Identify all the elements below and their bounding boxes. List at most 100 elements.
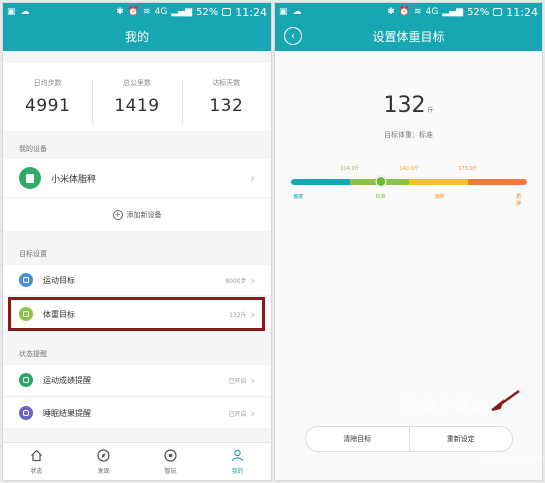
stat-total-km: 总公里数 1419 [92,78,181,126]
watermark: 沃德下载站 [404,397,490,415]
goal-row-weight[interactable]: 体重目标 132斤 › [3,299,271,329]
scale-zone-label: 肥胖 [516,194,522,207]
plus-icon: + [112,209,123,220]
scale-zone-label: 偏胖 [434,194,445,200]
stat-label: 日均步数 [33,79,62,87]
goal-value: 8000步 [225,277,247,285]
weight-scale-slider[interactable]: 114.0斤 140.0斤 173.0斤 偏瘦 标准 偏胖 肥胖 [291,165,527,207]
device-name: 小米体脂秤 [51,174,97,185]
alarm-icon: ⏰ [398,7,411,17]
tab-label: 智玩 [164,467,177,475]
stat-goal-days: 达标天数 132 [181,78,271,126]
moon-icon [19,406,33,420]
cloud-icon: ☁ [20,7,30,17]
header-title: 设置体重目标 [372,29,445,44]
signal-icon: ▂▄▆ [442,7,464,17]
stat-label: 总公里数 [122,79,151,87]
stat-value: 4991 [25,96,71,116]
goal-label: 体重目标 [43,309,75,319]
status-bar: ▣ ☁ ✱ ⏰ ≋ 4G ▂▄▆ 52% 11:24 [275,3,542,21]
bluetooth-icon: ✱ [387,7,395,17]
slider-knob[interactable] [375,176,387,187]
chevron-right-icon: › [250,273,255,287]
tab-mine[interactable]: 我的 [204,443,271,480]
action-buttons: 清除目标 重新设定 [305,426,513,452]
run-target-icon [19,273,33,287]
weight-value: 132 [383,93,426,118]
battery-icon [493,8,503,16]
scale-segment [409,179,468,185]
stats-card: 日均步数 4991 总公里数 1419 达标天数 132 [3,63,271,131]
wifi-icon: ≋ [143,7,151,17]
goal-label: 运动目标 [43,275,75,285]
reset-goal-button[interactable]: 重新设定 [408,427,513,451]
reminder-row-activity[interactable]: 运动成绩提醒 已开启 › [3,365,271,395]
reminder-label: 运动成绩提醒 [43,375,91,385]
battery-percent: 52% [196,6,219,18]
footprints-icon [19,373,33,387]
scale-zone-label: 偏瘦 [293,194,304,200]
cloud-icon: ☁ [292,7,302,17]
scale-mark: 140.0斤 [399,166,419,172]
tab-status[interactable]: 状态 [3,443,70,480]
network-label: 4G [154,7,168,17]
scale-segment [291,179,350,185]
section-title-reminders: 状态提醒 [19,350,47,358]
signal-icon: ▂▄▆ [171,7,193,17]
weight-display: 132 斤 [275,93,542,118]
back-button[interactable]: ‹ [284,27,302,45]
scale-segment [468,179,527,185]
home-icon [30,449,44,463]
screenshot-icon: ▣ [279,7,288,17]
clock: 11:24 [235,5,267,19]
battery-icon [222,8,232,16]
chevron-right-icon: › [250,373,255,387]
section-title-devices: 我的设备 [19,145,47,153]
section-title-goals: 目标设置 [19,250,47,258]
scale-zone-label: 标准 [375,194,386,200]
stat-value: 132 [209,96,244,116]
goal-row-steps[interactable]: 运动目标 8000步 › [3,265,271,295]
watermark-url: www.wo386.com [485,455,545,463]
weight-unit: 斤 [427,107,434,114]
stat-value: 1419 [114,96,160,116]
target-icon [164,449,178,463]
tab-label: 我的 [231,467,244,475]
tab-smart[interactable]: 智玩 [137,443,204,480]
bottom-tab-bar: 状态 发现 智玩 我的 [3,442,271,480]
reminder-value: 已开启 [228,377,247,385]
scale-device-icon [19,167,41,189]
tab-label: 状态 [30,467,43,475]
battery-percent: 52% [467,6,490,18]
tab-discover[interactable]: 发现 [70,443,137,480]
wifi-icon: ≋ [414,7,422,17]
header-title: 我的 [3,21,271,51]
scale-mark: 173.0斤 [458,166,478,172]
header-bar: ‹ 设置体重目标 [275,21,542,51]
compass-icon [97,449,111,463]
tab-label: 发现 [97,467,110,475]
clear-goal-button[interactable]: 清除目标 [306,427,409,451]
left-screen: ▣ ☁ ✱ ⏰ ≋ 4G ▂▄▆ 52% 11:24 我的 日均步数 4991 … [2,2,272,481]
weight-status: 目标体重：标准 [384,131,433,139]
add-device-label: 添加新设备 [126,210,162,219]
add-device-button[interactable]: + 添加新设备 [3,197,271,231]
screenshot-icon: ▣ [7,7,16,17]
scale-mark: 114.0斤 [340,166,360,172]
stat-daily-steps: 日均步数 4991 [3,78,92,116]
goal-value: 132斤 [229,311,247,319]
person-icon [231,449,245,463]
reminder-value: 已开启 [228,410,247,418]
alarm-icon: ⏰ [127,7,140,17]
reminder-row-sleep[interactable]: 睡眠结果提醒 已开启 › [3,398,271,428]
stat-label: 达标天数 [212,79,241,87]
bluetooth-icon: ✱ [116,7,124,17]
status-bar: ▣ ☁ ✱ ⏰ ≋ 4G ▂▄▆ 52% 11:24 [3,3,271,21]
arrow-pointer-icon [491,389,520,411]
device-row-scale[interactable]: 小米体脂秤 › [3,159,271,197]
chevron-right-icon: › [250,406,255,420]
network-label: 4G [425,7,439,17]
chevron-right-icon: › [250,171,255,185]
scale-icon [19,307,33,321]
chevron-right-icon: › [250,307,255,321]
